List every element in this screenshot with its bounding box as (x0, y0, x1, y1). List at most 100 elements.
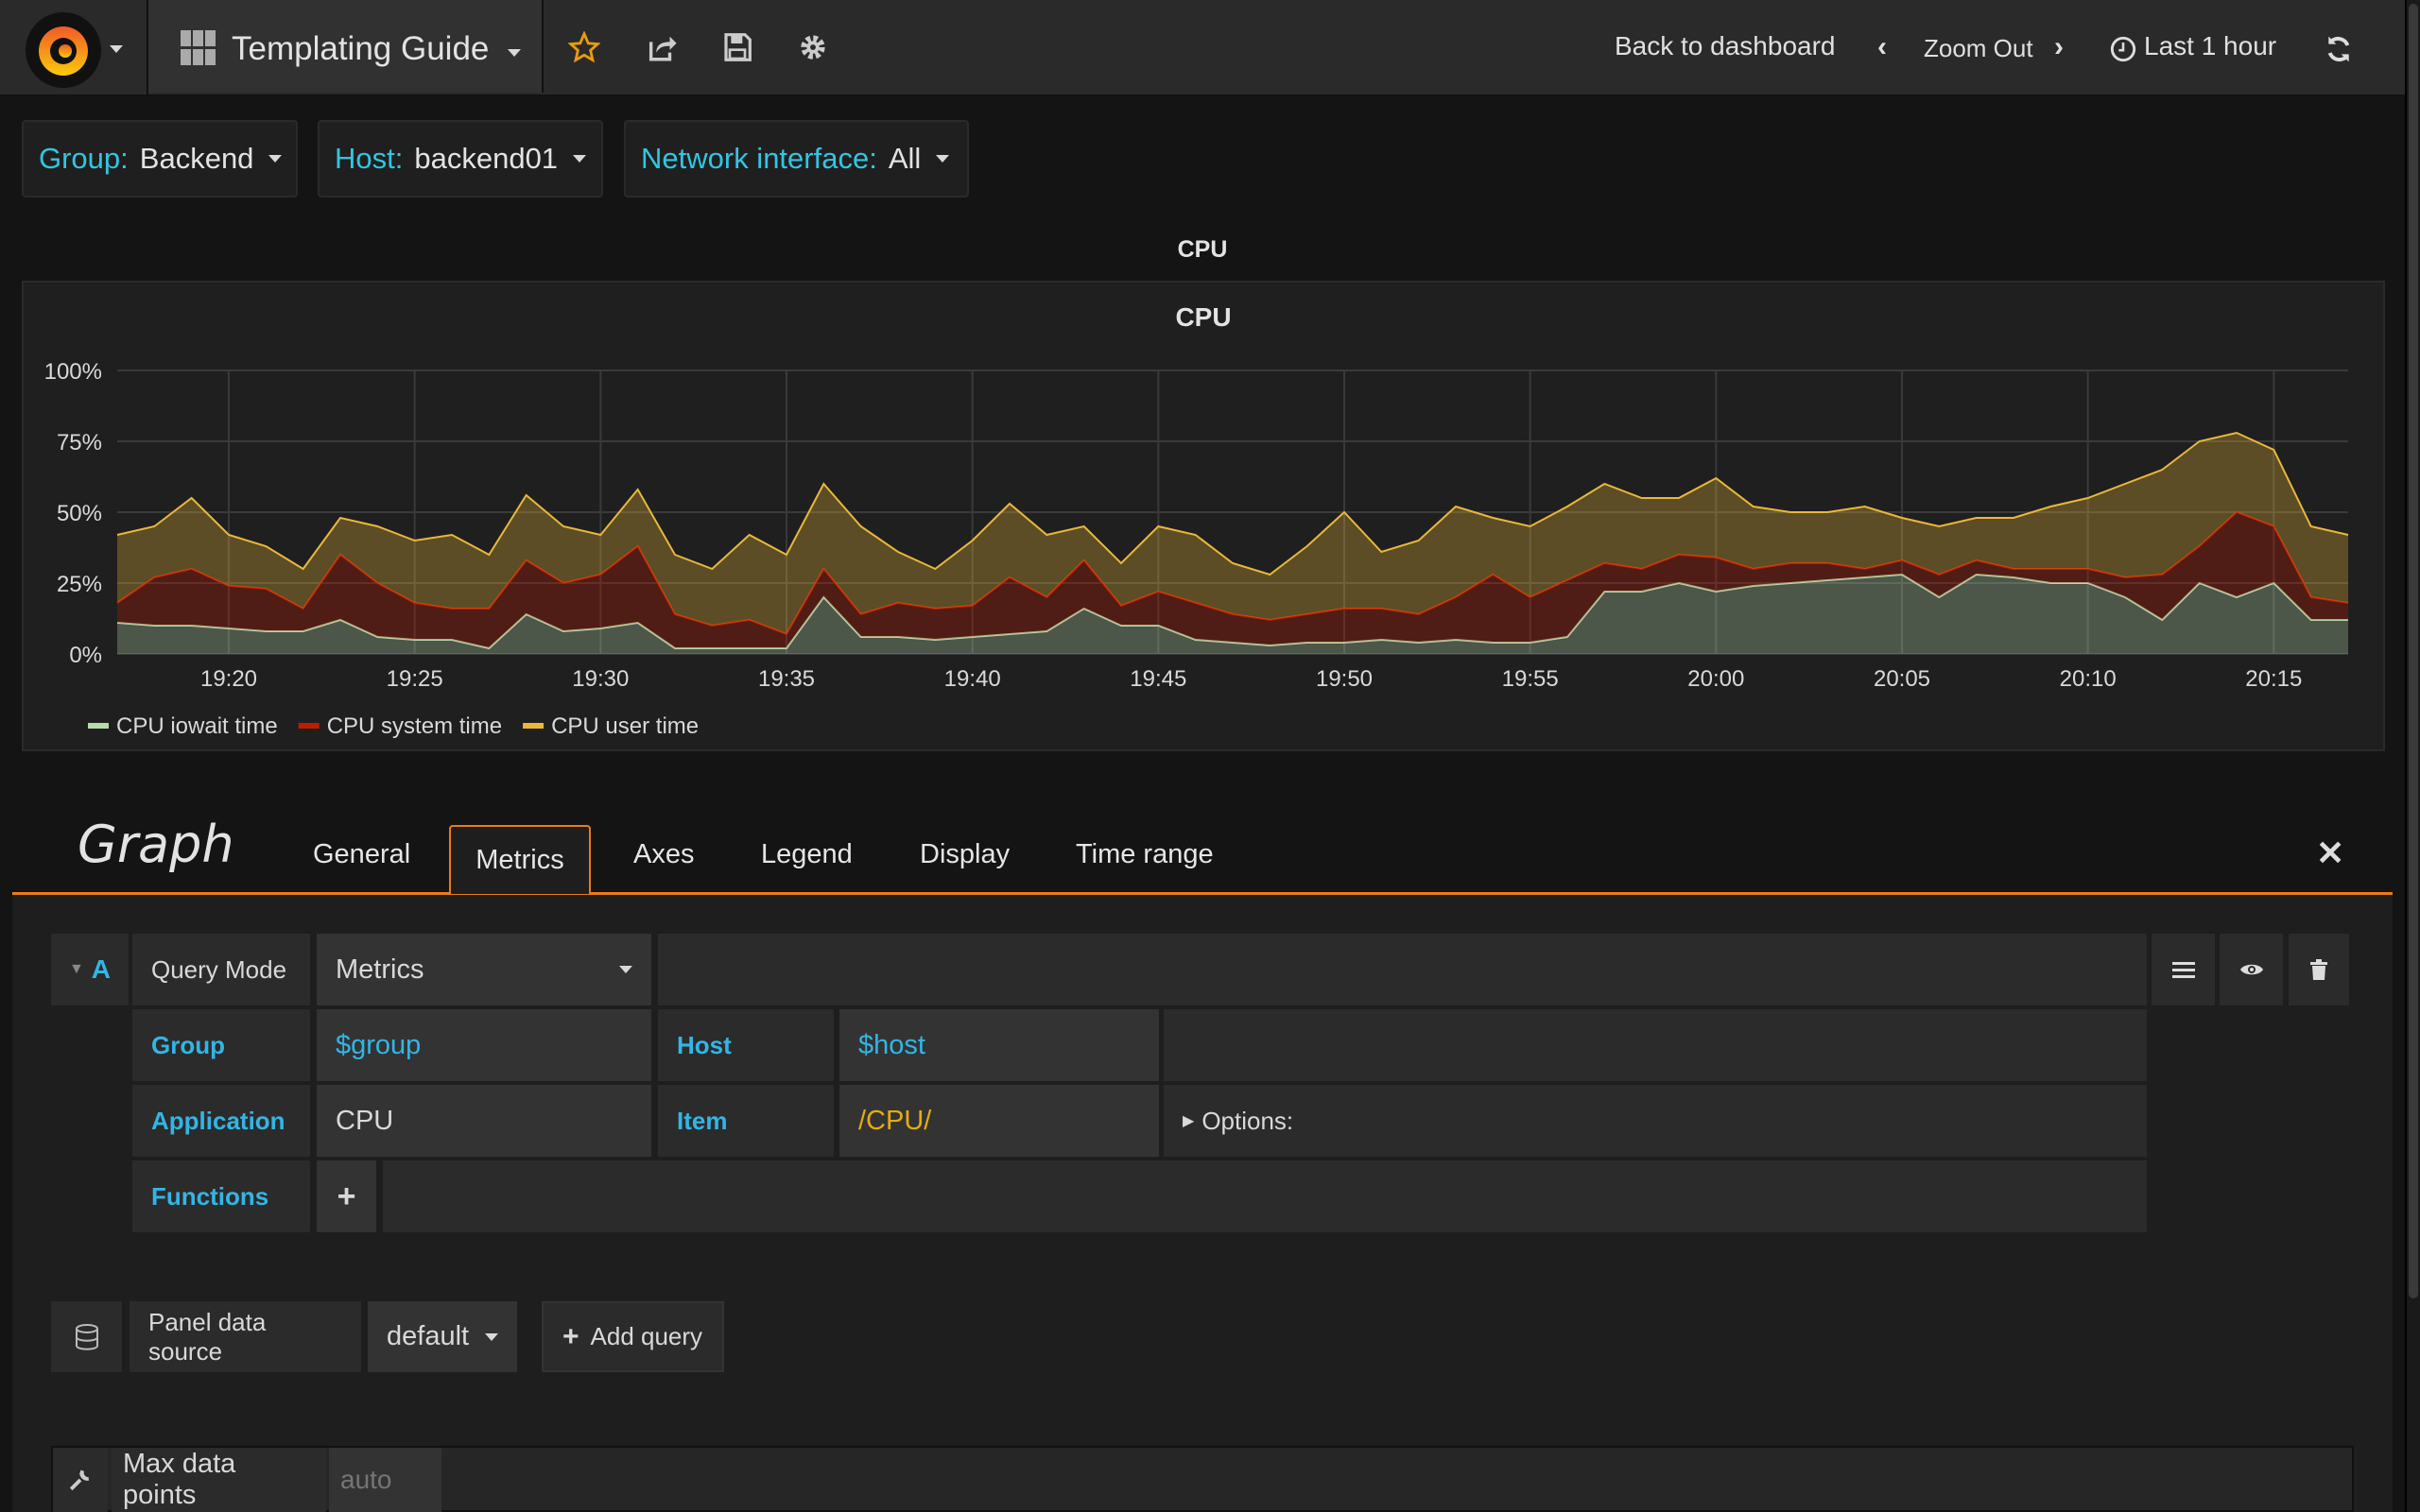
plus-icon: + (562, 1320, 579, 1352)
application-input[interactable]: CPU (317, 1085, 651, 1157)
legend-item: CPU system time (327, 713, 502, 739)
toggle-visibility-button[interactable] (2220, 934, 2283, 1005)
legend-swatch (523, 723, 544, 729)
trash-icon (2310, 959, 2327, 980)
y-tick-label: 25% (57, 572, 102, 597)
group-input[interactable]: $group (317, 1009, 651, 1081)
dashboard-title-button[interactable]: Templating Guide (148, 0, 544, 93)
zoom-out-button[interactable]: Zoom Out (1924, 34, 2033, 63)
eye-icon (2239, 964, 2263, 975)
scrollbar-thumb[interactable] (2409, 4, 2418, 1298)
variable-host-dropdown[interactable]: Host: backend01 (318, 120, 603, 198)
variable-network-interface-dropdown[interactable]: Network interface: All (624, 120, 969, 198)
legend-swatch (298, 723, 320, 729)
wrench-icon (69, 1469, 89, 1491)
x-tick-label: 19:45 (1130, 666, 1186, 692)
x-tick-label: 20:10 (2060, 666, 2117, 692)
grafana-logo (26, 12, 101, 88)
datasource-label: Panel data source (130, 1301, 361, 1372)
hamburger-icon (2171, 962, 2195, 978)
tab-label: Metrics (475, 845, 564, 875)
variable-value: Backend (139, 142, 254, 175)
caret-down-icon: ▼ (68, 961, 84, 977)
variable-label: Network interface: (641, 142, 877, 175)
host-input[interactable]: $host (839, 1009, 1159, 1081)
dashboard-grid-icon (181, 30, 216, 65)
add-function-button[interactable]: + (317, 1160, 376, 1232)
group-label: Group (132, 1009, 310, 1081)
chevron-down-icon (110, 45, 123, 53)
add-query-button[interactable]: + Add query (542, 1301, 724, 1372)
max-data-points-label: Max data points (112, 1448, 326, 1512)
query-mode-select[interactable]: Metrics (317, 934, 651, 1005)
query-menu-button[interactable] (2152, 934, 2215, 1005)
x-tick-label: 19:35 (758, 666, 815, 692)
chevron-down-icon (485, 1332, 498, 1341)
query-mode-value: Metrics (336, 954, 424, 985)
x-tick-label: 19:40 (944, 666, 1001, 692)
tab-general[interactable]: General (313, 839, 410, 870)
close-icon[interactable]: ✕ (2316, 833, 2344, 873)
wrench-icon-cell (53, 1448, 108, 1512)
options-toggle[interactable]: ▶ Options: (1164, 1085, 2147, 1157)
functions-label: Functions (132, 1160, 310, 1232)
legend-item: CPU iowait time (116, 713, 278, 739)
query-mode-label: Query Mode (132, 934, 310, 1005)
chevron-down-icon (936, 155, 950, 163)
add-query-label: Add query (590, 1322, 703, 1350)
y-tick-label: 100% (44, 359, 102, 385)
chevron-down-icon (619, 966, 632, 973)
tab-axes[interactable]: Axes (633, 839, 694, 870)
star-icon[interactable] (565, 28, 603, 66)
chevron-down-icon (573, 155, 587, 163)
application-label: Application (132, 1085, 310, 1157)
legend-item: CPU user time (551, 713, 699, 739)
grafana-menu-button[interactable] (0, 0, 148, 95)
host-label: Host (658, 1009, 834, 1081)
chevron-down-icon (508, 49, 521, 57)
tab-legend[interactable]: Legend (761, 839, 853, 870)
query-ref-id: A (91, 954, 112, 984)
item-input[interactable]: /CPU/ (839, 1085, 1159, 1157)
tab-display[interactable]: Display (920, 839, 1010, 870)
row-filler (383, 1160, 2147, 1232)
clock-icon (2110, 36, 2136, 62)
cpu-chart: 0% 25% 50% 75% 100% 19:20 19:25 19:30 19:35 19:40… (44, 359, 2349, 739)
share-icon[interactable] (643, 28, 681, 66)
row-title: CPU (1177, 236, 1228, 263)
editor-title: Graph (78, 815, 234, 874)
chevron-right-icon[interactable]: › (2054, 31, 2064, 63)
caret-right-icon: ▶ (1183, 1113, 1195, 1129)
legend-swatch (88, 723, 109, 729)
chevron-left-icon[interactable]: ‹ (1877, 31, 1887, 63)
row-filler (658, 934, 2147, 1005)
options-label: Options: (1201, 1106, 1294, 1135)
query-ref-toggle[interactable]: ▼ A (51, 934, 129, 1005)
tab-metrics[interactable]: Metrics (449, 825, 591, 894)
variable-label: Host: (335, 142, 404, 175)
variable-value: All (888, 142, 922, 175)
variable-label: Group: (39, 142, 129, 175)
dashboard-title: Templating Guide (232, 30, 490, 67)
datasource-value: default (387, 1321, 470, 1351)
refresh-icon[interactable] (2324, 34, 2354, 64)
plus-icon: + (337, 1177, 356, 1214)
time-range-picker[interactable]: Last 1 hour (2144, 31, 2276, 61)
x-tick-label: 19:50 (1316, 666, 1373, 692)
x-tick-label: 19:20 (200, 666, 257, 692)
delete-query-button[interactable] (2289, 934, 2349, 1005)
variable-group-dropdown[interactable]: Group: Backend (22, 120, 298, 198)
x-tick-label: 20:05 (1874, 666, 1930, 692)
x-tick-label: 20:00 (1687, 666, 1744, 692)
tab-time-range[interactable]: Time range (1076, 839, 1214, 870)
x-tick-label: 20:15 (2245, 666, 2302, 692)
y-tick-label: 75% (57, 430, 102, 455)
datasource-icon-cell (51, 1301, 122, 1372)
max-data-points-input[interactable] (329, 1448, 441, 1512)
save-icon[interactable] (718, 28, 756, 66)
row-filler (1164, 1009, 2147, 1081)
x-tick-label: 19:55 (1502, 666, 1559, 692)
gear-icon[interactable] (794, 28, 832, 66)
back-to-dashboard-link[interactable]: Back to dashboard (1615, 31, 1836, 61)
datasource-select[interactable]: default (368, 1301, 517, 1372)
